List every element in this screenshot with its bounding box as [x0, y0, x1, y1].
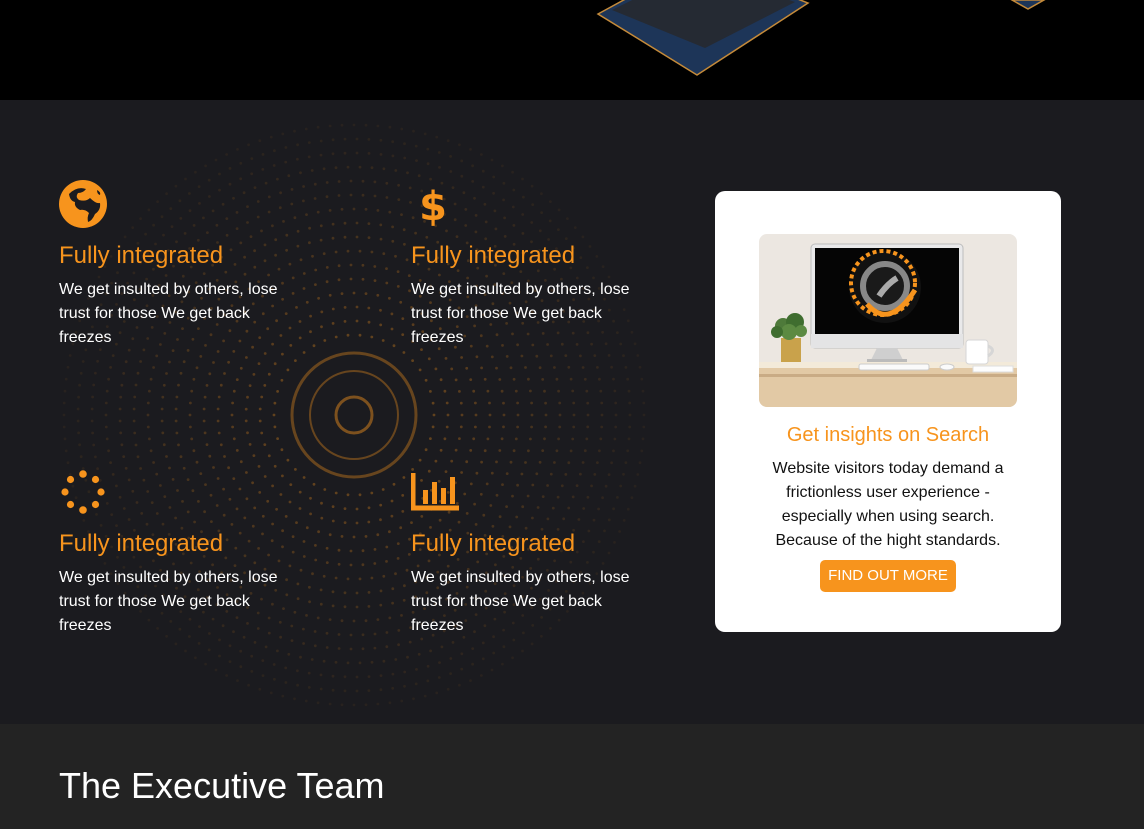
globe-icon: [59, 180, 107, 228]
feature-item-2: $ Fully integrated We get insulted by ot…: [411, 180, 651, 350]
feature-title: Fully integrated: [59, 530, 224, 557]
card-description: Website visitors today demand a friction…: [772, 460, 1004, 549]
feature-description: We get insulted by others, lose trust fo…: [59, 569, 278, 634]
promo-card: Get insights on Search Website visitors …: [715, 191, 1061, 632]
svg-text:$: $: [419, 184, 447, 230]
features-section: Fully integrated We get insulted by othe…: [0, 100, 1144, 724]
dollar-icon: $: [419, 184, 447, 230]
loading-dots-icon: [61, 470, 105, 514]
feature-title: Fully integrated: [411, 530, 576, 557]
feature-item-4: Fully integrated We get insulted by othe…: [411, 468, 651, 638]
isometric-decoration: [596, 0, 1046, 76]
feature-title: Fully integrated: [59, 242, 224, 269]
section-heading: The Executive Team: [59, 765, 385, 806]
desk-computer-photo: [759, 234, 1017, 407]
feature-description: We get insulted by others, lose trust fo…: [411, 569, 630, 634]
feature-title: Fully integrated: [411, 242, 576, 269]
feature-description: We get insulted by others, lose trust fo…: [411, 281, 630, 346]
monitor-illustration: [759, 234, 1017, 407]
card-title: Get insights on Search: [786, 424, 990, 446]
feature-description: We get insulted by others, lose trust fo…: [59, 281, 278, 346]
executive-team-section: The Executive Team: [0, 724, 1144, 829]
feature-item-3: Fully integrated We get insulted by othe…: [59, 468, 299, 638]
find-out-more-button[interactable]: FIND OUT MORE: [820, 560, 956, 592]
feature-item-1: Fully integrated We get insulted by othe…: [59, 180, 299, 350]
hero-strip: [0, 0, 1144, 100]
bar-chart-icon: [411, 473, 459, 511]
